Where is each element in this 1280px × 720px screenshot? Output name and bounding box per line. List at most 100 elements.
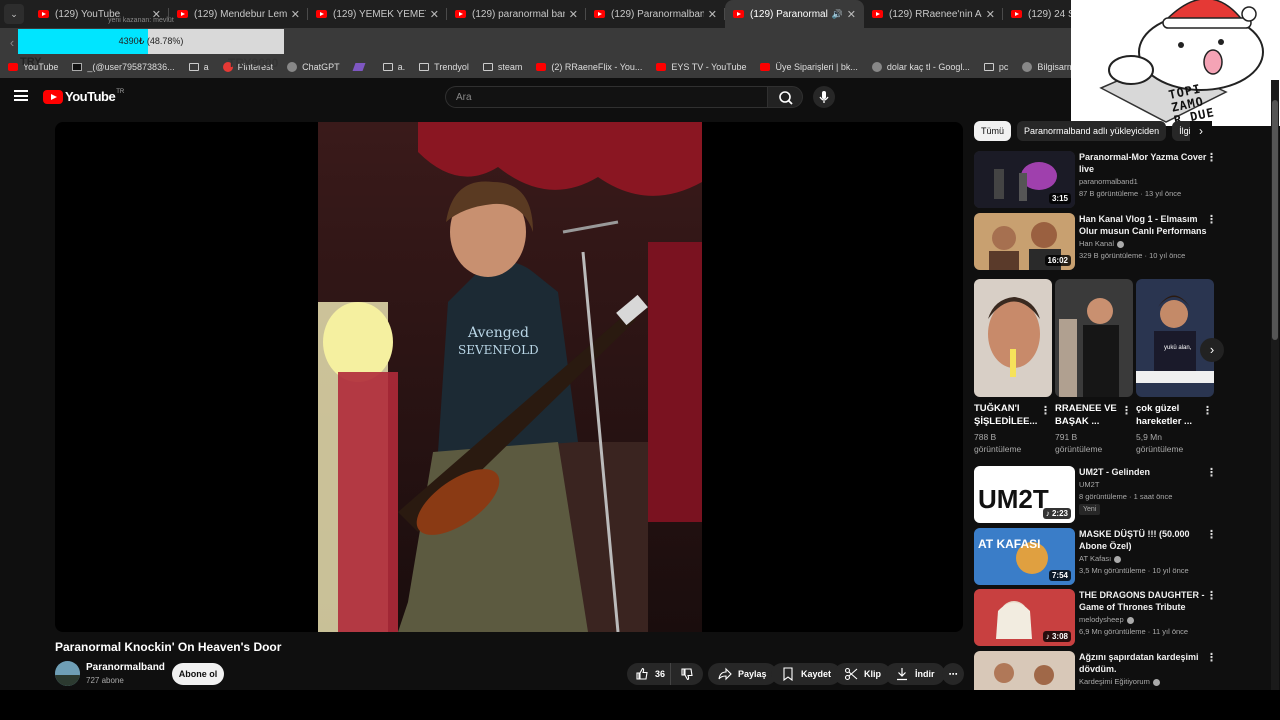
save-button[interactable]: Kaydet: [771, 663, 842, 685]
short-item[interactable]: yukü alan, çok güzel hareketler ... ⋮ 5,…: [1136, 279, 1214, 454]
video-thumbnail[interactable]: ♪ 3:08: [974, 589, 1075, 646]
browser-tab[interactable]: (129) RRaenee'nin Adalet ✕: [864, 0, 1003, 28]
short-title[interactable]: RRAENEE VE BAŞAK ...: [1055, 402, 1119, 428]
bookmark-item[interactable]: steam: [482, 62, 522, 72]
share-button[interactable]: Paylaş: [708, 663, 777, 685]
bookmark-item[interactable]: Trendyol: [419, 62, 469, 72]
bookmark-item[interactable]: dolar kaç tl - Googl...: [871, 62, 970, 72]
browser-tab[interactable]: (129) Paranormalband - Y ✕: [586, 0, 725, 28]
more-options-icon[interactable]: ⋮: [1040, 404, 1051, 417]
chip-from-uploader[interactable]: Paranormalband adlı yükleyiciden: [1017, 121, 1167, 141]
tab-close-icon[interactable]: ✕: [708, 8, 717, 21]
short-item[interactable]: TUĞKAN'I ŞİŞLEDİLEE... ⋮ 788 B görüntüle…: [974, 279, 1052, 454]
tab-close-icon[interactable]: ✕: [291, 8, 300, 21]
folder-icon: [482, 63, 493, 71]
bookmark-item[interactable]: pc: [983, 62, 1008, 72]
more-options-icon[interactable]: ⋮: [1206, 589, 1217, 602]
shorts-next-arrow-icon[interactable]: ›: [1200, 338, 1224, 362]
video-thumbnail[interactable]: 3:15: [974, 151, 1075, 208]
bookmark-item[interactable]: a: [188, 62, 209, 72]
short-thumbnail[interactable]: [974, 279, 1052, 397]
video-channel[interactable]: UM2T: [1079, 480, 1099, 489]
video-title-link[interactable]: Paranormal-Mor Yazma Cover live: [1079, 151, 1207, 175]
tab-close-icon[interactable]: ✕: [430, 8, 439, 21]
video-channel[interactable]: Kardeşimi Eğitiyorum: [1079, 677, 1160, 686]
video-title-link[interactable]: UM2T - Gelinden: [1079, 466, 1207, 478]
more-actions-button[interactable]: ⋯: [942, 663, 964, 685]
short-item[interactable]: RRAENEE VE BAŞAK ... ⋮ 791 B görüntüleme: [1055, 279, 1133, 454]
more-options-icon[interactable]: ⋮: [1206, 213, 1217, 226]
video-title-link[interactable]: Ağzını şapırdatan kardeşimi dövdüm.: [1079, 651, 1207, 675]
more-options-icon[interactable]: ⋮: [1121, 404, 1132, 417]
siblings-thumbnail: [974, 651, 1075, 690]
clip-label: Klip: [864, 669, 881, 679]
download-label: İndir: [915, 669, 935, 679]
video-thumbnail[interactable]: UM2T ♪ 2:23: [974, 466, 1075, 523]
browser-tab[interactable]: (129) Mendebur Lemur - ✕: [169, 0, 308, 28]
like-button[interactable]: 36: [627, 663, 671, 685]
bookmark-item[interactable]: (2) RRaeneFlix - You...: [536, 62, 642, 72]
video-title-link[interactable]: MASKE DÜŞTÜ !!! (50.000 Abone Özel): [1079, 528, 1207, 552]
chips-next-arrow-icon[interactable]: ›: [1190, 121, 1212, 141]
channel-name[interactable]: Paranormalband: [86, 662, 165, 673]
more-options-icon[interactable]: ⋮: [1206, 151, 1217, 164]
tab-close-icon[interactable]: ✕: [847, 8, 856, 21]
tab-close-icon[interactable]: ✕: [569, 8, 578, 21]
tab-close-icon[interactable]: ✕: [986, 8, 995, 21]
download-icon: [897, 668, 907, 681]
search-icon: [779, 91, 793, 105]
youtube-favicon-icon: [177, 10, 188, 18]
recommendation-item[interactable]: Ağzını şapırdatan kardeşimi dövdüm. Kard…: [974, 651, 1214, 690]
video-channel[interactable]: melodysheep: [1079, 615, 1134, 624]
dislike-button[interactable]: [671, 667, 703, 681]
short-thumbnail[interactable]: yukü alan,: [1136, 279, 1214, 397]
more-options-icon[interactable]: ⋮: [1202, 404, 1213, 417]
clip-button[interactable]: Klip: [834, 663, 891, 685]
region-code: TR: [116, 89, 125, 95]
browser-tab[interactable]: (129) Paranormal Knoc🔊 ✕: [725, 0, 864, 28]
video-title-link[interactable]: Han Kanal Vlog 1 - Elmasım Olur musun Ca…: [1079, 213, 1207, 237]
channel-avatar[interactable]: [55, 661, 80, 686]
bookmark-item[interactable]: Üye Siparişleri | bk...: [760, 62, 858, 72]
svg-text:SEVENFOLD: SEVENFOLD: [458, 343, 539, 357]
subscribe-button[interactable]: Abone ol: [172, 663, 224, 685]
more-options-icon[interactable]: ⋮: [1206, 466, 1217, 479]
more-options-icon[interactable]: ⋮: [1206, 528, 1217, 541]
youtube-logo[interactable]: YouTube TR: [43, 89, 124, 104]
short-thumbnail[interactable]: [1055, 279, 1133, 397]
short-title[interactable]: çok güzel hareketler ...: [1136, 402, 1200, 428]
speaker-icon[interactable]: 🔊: [832, 9, 843, 20]
cat-keyboard-sticker: TOPI ZAMO R DUE: [1071, 0, 1280, 126]
voice-search-button[interactable]: [813, 86, 835, 108]
browser-tab[interactable]: (129) paranormal band - ✕: [447, 0, 586, 28]
bookmark-item[interactable]: _(@user795873836...: [72, 62, 175, 72]
bookmark-item[interactable]: ChatGPT: [287, 62, 340, 72]
page-scrollbar[interactable]: [1271, 80, 1279, 690]
hamburger-menu-icon[interactable]: [14, 90, 28, 101]
bookmark-item[interactable]: EYS TV - YouTube: [656, 62, 746, 72]
bookmark-label: _(@user795873836...: [87, 62, 175, 72]
video-channel[interactable]: AT Kafası: [1079, 554, 1122, 563]
video-duration: 7:54: [1048, 570, 1071, 581]
more-options-icon[interactable]: ⋮: [1206, 651, 1214, 664]
video-player[interactable]: Avenged SEVENFOLD: [55, 122, 963, 632]
overlay-currency-left: TRY: [20, 56, 42, 68]
search-input[interactable]: Ara: [445, 86, 767, 108]
video-thumbnail[interactable]: AT KAFASI 7:54: [974, 528, 1075, 585]
video-channel[interactable]: Han Kanal: [1079, 239, 1125, 248]
short-title[interactable]: TUĞKAN'I ŞİŞLEDİLEE...: [974, 402, 1038, 428]
video-thumbnail[interactable]: 16:02: [974, 213, 1075, 270]
bookmark-item[interactable]: a.: [382, 62, 405, 72]
download-button[interactable]: İndir: [885, 663, 945, 685]
browser-tab[interactable]: (129) YEMEK YEMEYE OTU ✕: [308, 0, 447, 28]
video-title-link[interactable]: THE DRAGONS DAUGHTER - Game of Thrones T…: [1079, 589, 1207, 613]
bookmark-label: Üye Siparişleri | bk...: [775, 62, 858, 72]
tab-search-dropdown[interactable]: ⌄: [4, 4, 24, 24]
tiktok-icon: [72, 63, 83, 71]
bookmark-item[interactable]: [352, 63, 369, 71]
scrollbar-thumb[interactable]: [1272, 100, 1278, 340]
search-button[interactable]: [767, 86, 803, 108]
chip-all[interactable]: Tümü: [974, 121, 1012, 141]
video-channel[interactable]: paranormalband1: [1079, 177, 1138, 186]
video-thumbnail[interactable]: [974, 651, 1075, 690]
